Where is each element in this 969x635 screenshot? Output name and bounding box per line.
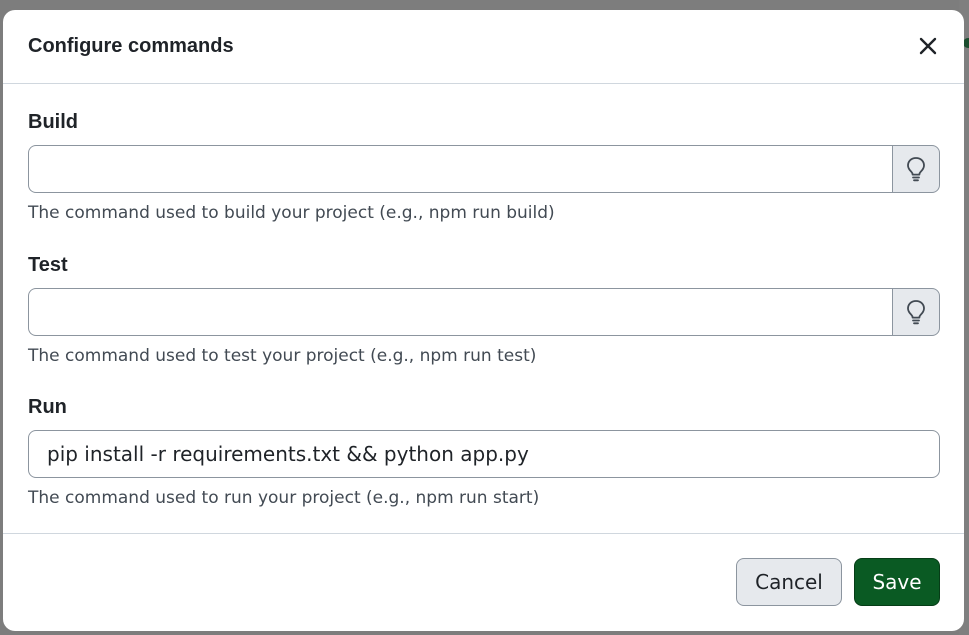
build-label: Build <box>28 111 78 133</box>
run-field: Run The command used to run your project… <box>28 395 940 508</box>
lightbulb-icon <box>907 300 925 325</box>
build-suggest-button[interactable] <box>892 145 940 193</box>
run-command-input[interactable] <box>28 430 940 478</box>
test-input-group <box>28 288 940 336</box>
cancel-button[interactable]: Cancel <box>736 558 842 606</box>
test-field: Test The command used to test your proje… <box>28 253 940 366</box>
build-command-input[interactable] <box>28 145 892 193</box>
test-label: Test <box>28 254 68 276</box>
run-input-group <box>28 430 940 478</box>
build-field: Build The command used to build your pro… <box>28 110 940 223</box>
build-input-group <box>28 145 940 193</box>
dialog-header: Configure commands <box>3 10 964 84</box>
test-help-text: The command used to test your project (e… <box>28 346 537 366</box>
dialog-title: Configure commands <box>28 35 234 57</box>
configure-commands-dialog: Configure commands Build The command use… <box>3 10 964 631</box>
run-label: Run <box>28 396 67 418</box>
close-button[interactable] <box>914 32 942 60</box>
test-suggest-button[interactable] <box>892 288 940 336</box>
save-button[interactable]: Save <box>854 558 940 606</box>
build-help-text: The command used to build your project (… <box>28 203 555 223</box>
run-help-text: The command used to run your project (e.… <box>28 488 540 508</box>
lightbulb-icon <box>907 157 925 182</box>
dialog-body: Build The command used to build your pro… <box>3 84 964 534</box>
test-command-input[interactable] <box>28 288 892 336</box>
close-icon <box>919 37 937 55</box>
dialog-footer: Cancel Save <box>3 534 964 631</box>
